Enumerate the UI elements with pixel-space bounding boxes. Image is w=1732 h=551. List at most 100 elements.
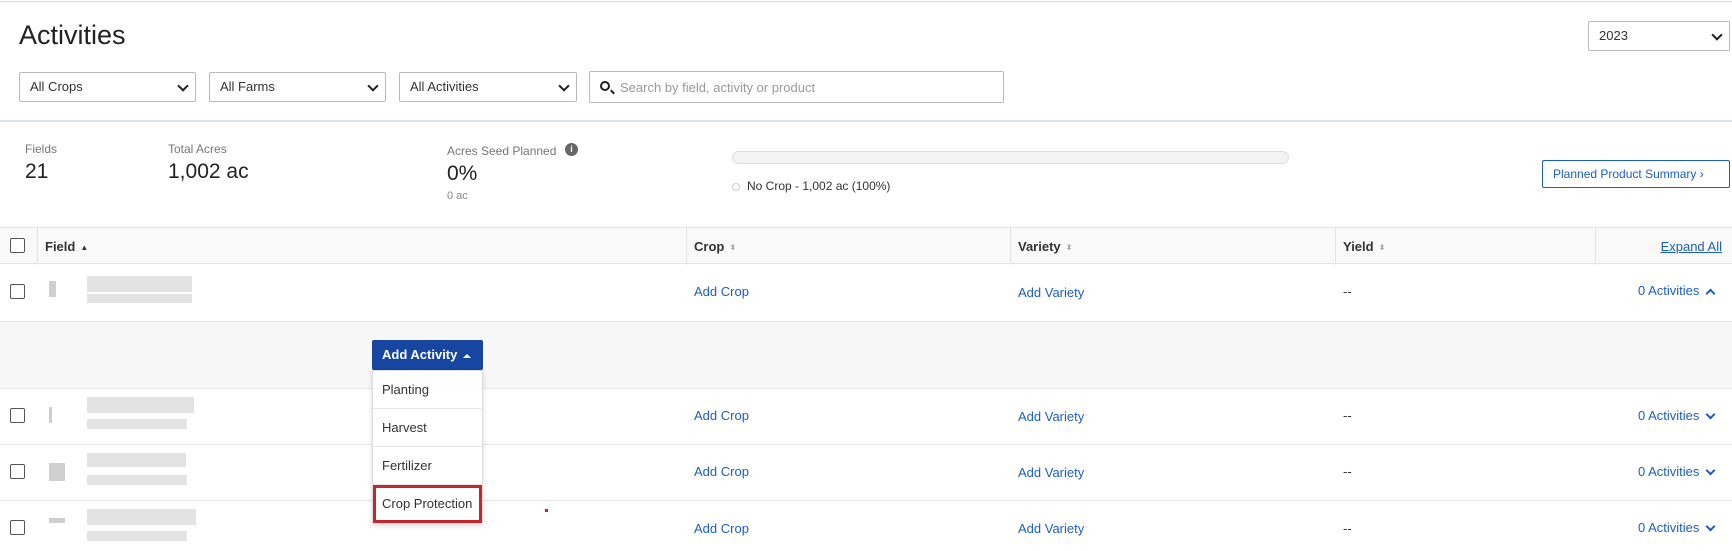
crops-filter-value: All Crops	[30, 79, 83, 94]
seed-planned-label: Acres Seed Planned	[447, 144, 557, 158]
search-input[interactable]	[620, 78, 990, 96]
field-name-redacted	[87, 276, 192, 292]
sort-icon: ⬍	[1378, 243, 1386, 252]
add-variety-link[interactable]: Add Variety	[1018, 465, 1084, 480]
activities-count: 0 Activities	[1638, 464, 1700, 479]
seed-planned-acres: 0 ac	[447, 190, 468, 202]
expand-all-link[interactable]: Expand All	[1661, 239, 1722, 254]
column-divider	[686, 228, 687, 265]
sort-icon: ⬍	[1065, 243, 1073, 252]
column-divider	[1335, 228, 1336, 265]
fields-value: 21	[25, 160, 49, 183]
table-row[interactable]: Add Crop Add Variety -- 0 Activities	[0, 264, 1732, 322]
chevron-up-icon	[1705, 288, 1716, 299]
add-activity-menu: Planting Harvest Fertilizer Crop Protect…	[372, 370, 483, 524]
cursor-marker	[545, 509, 548, 512]
fields-label: Fields	[25, 142, 58, 156]
add-activity-button[interactable]: Add Activity	[372, 340, 483, 370]
column-variety-label: Variety	[1018, 239, 1061, 254]
menu-item-planting[interactable]: Planting	[373, 371, 482, 409]
table-header: Field ▲ Crop ⬍ Variety ⬍ Yield ⬍ Expand All	[0, 227, 1732, 265]
column-yield-label: Yield	[1343, 239, 1374, 254]
search-box[interactable]	[589, 71, 1004, 103]
activities-count: 0 Activities	[1638, 520, 1700, 535]
farms-filter-value: All Farms	[220, 79, 275, 94]
table-row[interactable]: Add Crop Add Variety -- 0 Activities	[0, 445, 1732, 501]
chevron-down-icon	[177, 80, 189, 92]
year-select[interactable]: 2023	[1588, 21, 1730, 51]
sort-icon: ▲	[80, 243, 89, 252]
menu-item-harvest[interactable]: Harvest	[373, 409, 482, 447]
add-variety-link[interactable]: Add Variety	[1018, 521, 1084, 536]
yield-value: --	[1343, 521, 1352, 536]
activities-toggle[interactable]: 0 Activities	[1638, 464, 1716, 479]
add-activity-label: Add Activity	[382, 347, 458, 362]
field-thumbnail	[49, 407, 52, 423]
column-field-label: Field	[45, 239, 76, 254]
page-title: Activities	[19, 20, 126, 50]
farms-filter[interactable]: All Farms	[209, 72, 386, 102]
field-thumbnail	[49, 281, 56, 297]
column-crop[interactable]: Crop ⬍	[694, 239, 736, 254]
yield-value: --	[1343, 284, 1352, 299]
column-divider	[1595, 228, 1596, 265]
chevron-down-icon	[367, 80, 379, 92]
chevron-down-icon	[1705, 409, 1716, 420]
column-field[interactable]: Field ▲	[45, 239, 88, 254]
add-crop-link[interactable]: Add Crop	[694, 408, 749, 423]
column-divider	[1010, 228, 1011, 265]
select-all-checkbox[interactable]	[10, 238, 25, 253]
expanded-activity-panel	[0, 322, 1732, 389]
field-farm-redacted	[87, 475, 187, 485]
seed-progress-bar	[732, 151, 1289, 164]
info-icon[interactable]: i	[565, 143, 578, 156]
activities-filter[interactable]: All Activities	[399, 72, 577, 102]
year-select-value: 2023	[1599, 28, 1628, 43]
search-icon	[600, 81, 610, 91]
add-variety-link[interactable]: Add Variety	[1018, 409, 1084, 424]
add-crop-link[interactable]: Add Crop	[694, 521, 749, 536]
field-farm-redacted	[87, 294, 192, 303]
column-variety[interactable]: Variety ⬍	[1018, 239, 1072, 254]
field-name-redacted	[87, 453, 186, 467]
legend-dot	[732, 183, 740, 191]
menu-item-crop-protection[interactable]: Crop Protection	[373, 485, 482, 523]
crops-filter[interactable]: All Crops	[19, 72, 196, 102]
header-divider	[0, 120, 1732, 122]
column-divider	[37, 228, 38, 265]
caret-up-icon	[463, 354, 471, 358]
chevron-down-icon	[558, 80, 570, 92]
row-checkbox[interactable]	[10, 284, 25, 299]
no-crop-legend: No Crop - 1,002 ac (100%)	[747, 179, 891, 193]
yield-value: --	[1343, 464, 1352, 479]
activities-toggle[interactable]: 0 Activities	[1638, 283, 1716, 299]
activities-filter-value: All Activities	[410, 79, 479, 94]
table-row[interactable]: Add Crop Add Variety -- 0 Activities	[0, 501, 1732, 551]
activities-toggle[interactable]: 0 Activities	[1638, 520, 1716, 535]
seed-planned-value: 0%	[447, 162, 478, 185]
yield-value: --	[1343, 408, 1352, 423]
total-acres-value: 1,002 ac	[168, 160, 249, 183]
field-name-redacted	[87, 509, 196, 525]
row-checkbox[interactable]	[10, 464, 25, 479]
activities-page: Activities 2023 All Crops All Farms All …	[0, 0, 1732, 551]
top-divider	[0, 1, 1732, 2]
field-thumbnail	[49, 518, 65, 523]
add-variety-link[interactable]: Add Variety	[1018, 285, 1084, 300]
add-crop-link[interactable]: Add Crop	[694, 284, 749, 299]
total-acres-label: Total Acres	[168, 142, 227, 156]
chevron-down-icon	[1705, 521, 1716, 532]
table-row[interactable]: Add Crop Add Variety -- 0 Activities	[0, 389, 1732, 445]
activities-count: 0 Activities	[1638, 408, 1700, 423]
activities-toggle[interactable]: 0 Activities	[1638, 408, 1716, 423]
row-checkbox[interactable]	[10, 520, 25, 535]
menu-item-fertilizer[interactable]: Fertilizer	[373, 447, 482, 485]
add-crop-link[interactable]: Add Crop	[694, 464, 749, 479]
field-farm-redacted	[87, 531, 187, 541]
column-crop-label: Crop	[694, 239, 725, 254]
planned-product-summary-button[interactable]: Planned Product Summary ›	[1542, 160, 1730, 188]
field-farm-redacted	[87, 419, 187, 429]
column-yield[interactable]: Yield ⬍	[1343, 239, 1385, 254]
chevron-down-icon	[1711, 29, 1723, 41]
row-checkbox[interactable]	[10, 408, 25, 423]
